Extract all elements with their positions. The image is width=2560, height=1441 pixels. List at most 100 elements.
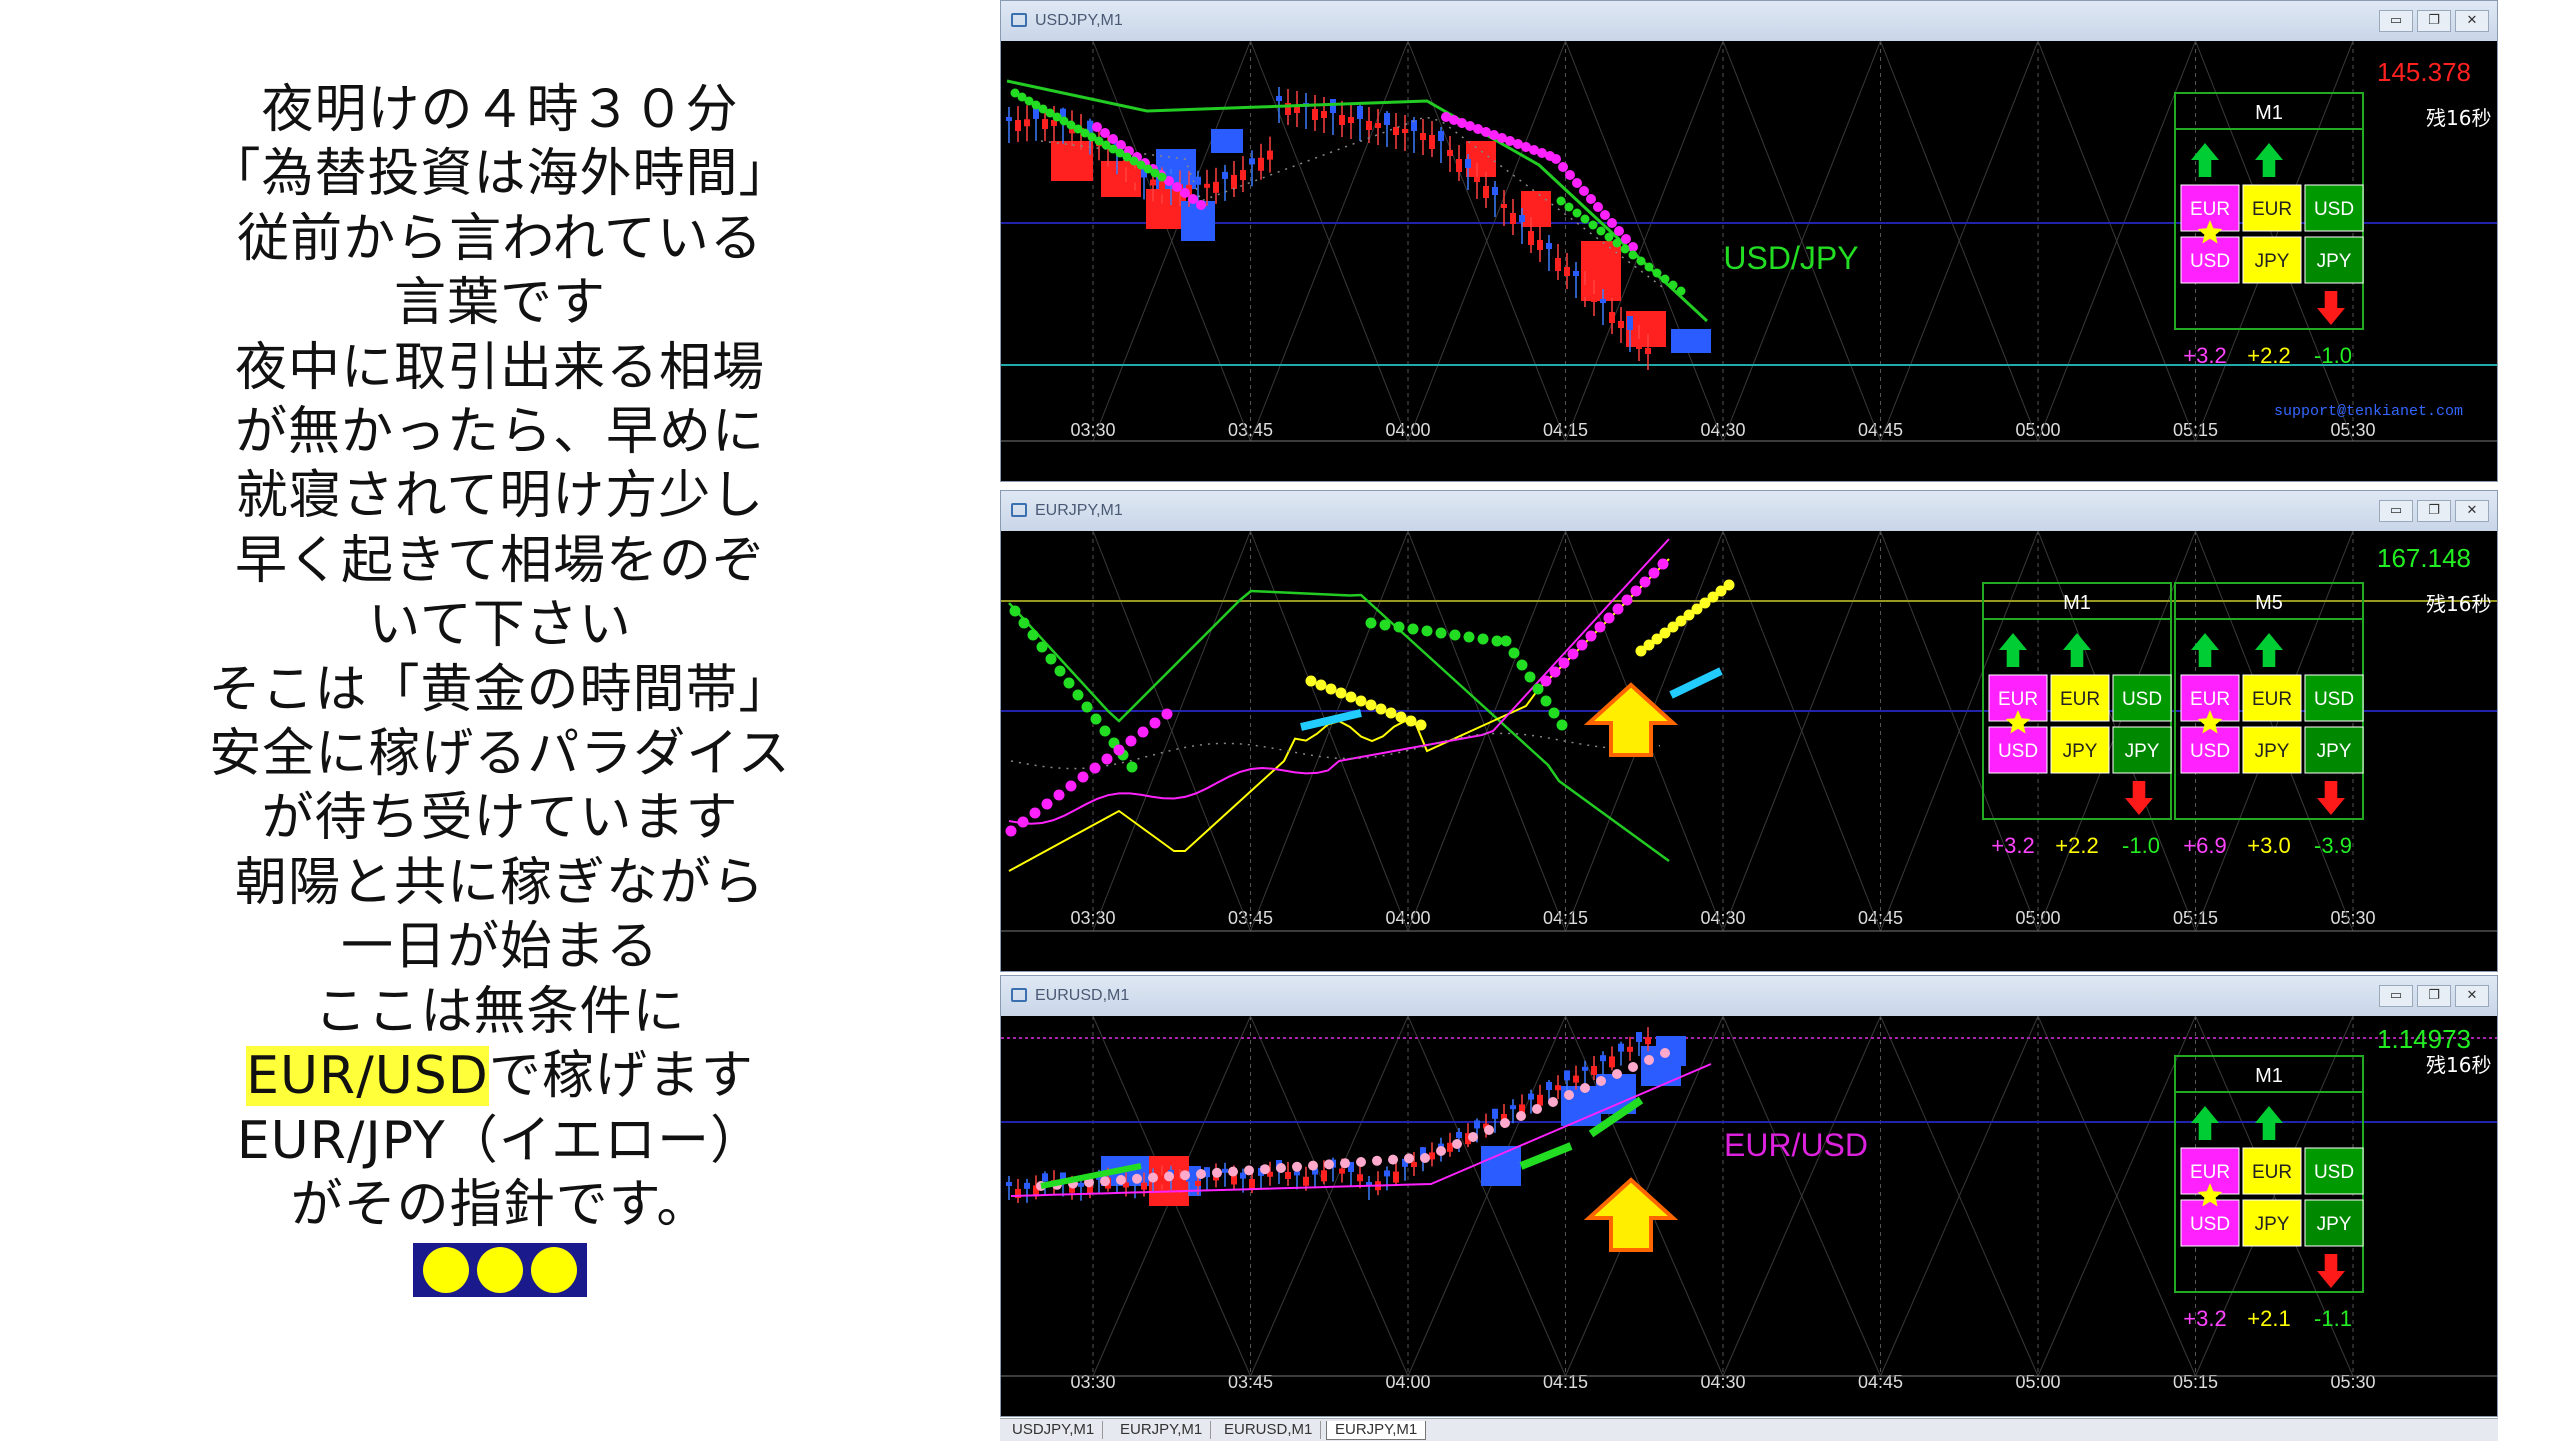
- heikin-ashi-block: [1671, 329, 1711, 353]
- trend-dot: [1500, 635, 1512, 647]
- green-up-arrow-icon: [2255, 633, 2283, 667]
- trend-dot: [1005, 825, 1017, 837]
- candle-body: [1330, 99, 1336, 113]
- remaining-time: 残16秒: [2426, 592, 2491, 616]
- strength-value: -1.0: [2122, 833, 2160, 858]
- close-button[interactable]: ✕: [2455, 500, 2489, 522]
- trend-dot: [1628, 250, 1638, 260]
- candle-body: [1555, 1085, 1561, 1091]
- candle-body: [1024, 1182, 1030, 1189]
- candle-body: [1564, 267, 1570, 276]
- currency-label: USD: [2190, 1214, 2230, 1235]
- candle-body: [1159, 181, 1165, 195]
- trend-dot: [1572, 178, 1582, 188]
- trend-dot: [1407, 623, 1419, 635]
- strength-value: +2.2: [2247, 343, 2290, 368]
- trend-dot: [1580, 214, 1590, 224]
- trend-dot: [1580, 1083, 1590, 1093]
- minimize-button[interactable]: ▭: [2379, 985, 2413, 1007]
- trend-dot: [1612, 603, 1624, 615]
- trend-dot: [1365, 699, 1377, 711]
- candle-body: [1276, 96, 1282, 101]
- trend-dot: [1644, 1055, 1654, 1065]
- trend-dot: [1149, 717, 1161, 729]
- candle-body: [1339, 115, 1345, 125]
- trend-dot: [1116, 1175, 1126, 1185]
- currency-label: JPY: [2063, 741, 2098, 762]
- candle-body: [1519, 215, 1525, 222]
- window-titlebar[interactable]: EURJPY,M1 ▭ ❐ ✕: [1001, 491, 2497, 531]
- trend-dot: [1657, 558, 1669, 570]
- remaining-time: 残16秒: [2426, 106, 2491, 130]
- trend-dot: [1172, 182, 1182, 192]
- trend-dot: [1420, 1153, 1430, 1163]
- trend-dot: [1449, 629, 1461, 641]
- chart-window-eurusd[interactable]: EURUSD,M1 ▭ ❐ ✕ 03:30 03:45 04:00 04:15 04:30 0…: [1000, 975, 2498, 1417]
- trend-dot: [1089, 762, 1101, 774]
- trend-dot: [1053, 789, 1065, 801]
- candle-body: [1627, 1046, 1633, 1052]
- price-chart-usdjpy[interactable]: 03:30 03:45 04:00 04:15 04:30 04:45 05:00 05:15…: [1001, 41, 2497, 481]
- close-button[interactable]: ✕: [2455, 10, 2489, 32]
- red-down-arrow-icon: [2125, 781, 2153, 815]
- currency-label: EUR: [2190, 199, 2230, 220]
- candle-body: [1645, 348, 1651, 354]
- trend-dot: [1551, 154, 1561, 164]
- trend-dot: [1628, 1062, 1638, 1072]
- strength-value: +2.1: [2247, 1306, 2290, 1331]
- time-axis-label: 04:00: [1385, 420, 1430, 440]
- restore-button[interactable]: ❐: [2417, 985, 2451, 1007]
- price-chart-eurjpy[interactable]: 03:30 03:45 04:00 04:15 04:30 04:45 05:00 05:15…: [1001, 531, 2497, 971]
- candle-body: [1132, 168, 1138, 183]
- commentary-line: EUR/JPY（イエロー）: [236, 1110, 764, 1171]
- close-button[interactable]: ✕: [2455, 985, 2489, 1007]
- candle-body: [1258, 157, 1264, 171]
- currency-label: EUR: [1998, 689, 2038, 710]
- trend-dot: [1604, 232, 1614, 242]
- trend-dot: [1435, 627, 1447, 639]
- trend-dot: [1565, 170, 1575, 180]
- current-price: 145.378: [2377, 57, 2471, 87]
- candle-body: [1042, 1173, 1048, 1182]
- red-down-arrow-icon: [2317, 291, 2345, 325]
- trend-dot: [1549, 666, 1561, 678]
- trend-dot: [1054, 665, 1066, 677]
- trend-dot: [1436, 1146, 1446, 1156]
- commentary-line: ここは無条件に: [314, 981, 686, 1042]
- trend-dot: [1540, 675, 1552, 687]
- time-axis-label: 04:45: [1858, 908, 1903, 928]
- minimize-button[interactable]: ▭: [2379, 500, 2413, 522]
- tab-eurusd[interactable]: EURUSD,M1: [1216, 1421, 1322, 1439]
- green-trend-segment: [1519, 1142, 1573, 1170]
- trend-dot: [1421, 625, 1433, 637]
- support-email: support@tenkianet.com: [2274, 403, 2463, 420]
- candle-body: [1249, 158, 1255, 165]
- trend-dot: [1325, 683, 1337, 695]
- window-titlebar[interactable]: EURUSD,M1 ▭ ❐ ✕: [1001, 976, 2497, 1016]
- price-chart-eurusd[interactable]: 03:30 03:45 04:00 04:15 04:30 04:45 05:00 05:15…: [1001, 1016, 2497, 1416]
- red-down-arrow-icon: [2317, 781, 2345, 815]
- trend-dot: [1585, 630, 1597, 642]
- tab-eurjpy[interactable]: EURJPY,M1: [1112, 1421, 1212, 1439]
- time-axis-label: 05:15: [2173, 420, 2218, 440]
- trend-dot: [1077, 771, 1089, 783]
- tab-eurjpy-active[interactable]: EURJPY,M1: [1326, 1421, 1427, 1440]
- indicator-line-magenta: [1008, 538, 1670, 825]
- pair-label: USD/JPY: [1723, 240, 1858, 276]
- candle-body: [1078, 1182, 1084, 1187]
- restore-button[interactable]: ❐: [2417, 500, 2451, 522]
- trend-dot: [1045, 653, 1057, 665]
- trend-dot: [1500, 1118, 1510, 1128]
- chart-window-usdjpy[interactable]: USDJPY,M1 ▭ ❐ ✕ 03:30 03:45 04:00 04:15 04:30 0…: [1000, 0, 2498, 482]
- currency-label: EUR: [2252, 1162, 2292, 1183]
- trend-dot: [1405, 715, 1417, 727]
- restore-button[interactable]: ❐: [2417, 10, 2451, 32]
- candle-body: [1447, 150, 1453, 156]
- strength-value: -1.1: [2314, 1306, 2352, 1331]
- chart-window-eurjpy[interactable]: EURJPY,M1 ▭ ❐ ✕ 03:30 03:45 04:00 04:15 04:30 0…: [1000, 490, 2498, 972]
- candle-body: [1465, 159, 1471, 168]
- minimize-button[interactable]: ▭: [2379, 10, 2413, 32]
- tab-usdjpy[interactable]: USDJPY,M1: [1004, 1421, 1104, 1439]
- trend-dot: [1137, 726, 1149, 738]
- window-titlebar[interactable]: USDJPY,M1 ▭ ❐ ✕: [1001, 1, 2497, 41]
